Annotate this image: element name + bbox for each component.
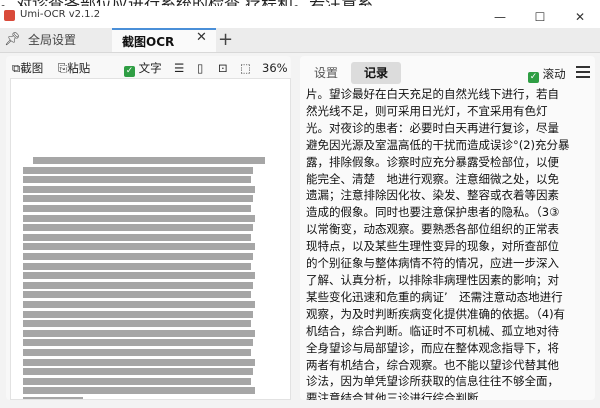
ocr-line: 能完全、清楚 地进行观察。注意细微之处，以免 <box>306 171 559 186</box>
text-check-icon: ✓ <box>124 66 135 77</box>
paste-icon: ⎘ <box>58 61 68 75</box>
tab-close-icon[interactable]: ✕ <box>196 30 207 45</box>
minimize-button[interactable]: — <box>480 6 520 28</box>
preview-line <box>23 387 255 395</box>
ocr-line: 遗漏；注意排除因化妆、染发、整容或衣着等因素 <box>306 188 559 203</box>
app-logo-icon <box>4 10 15 21</box>
add-tab-button[interactable]: + <box>218 28 233 52</box>
preview-line <box>23 368 253 376</box>
preview-line <box>23 281 253 289</box>
ocr-line: 现特点，以及某些生理性变异的现象，对所查部位 <box>306 239 559 254</box>
preview-line <box>23 397 83 399</box>
screenshot-icon: ⧉ <box>12 61 21 75</box>
window-title: Umi-OCR v2.1.2 <box>20 9 101 20</box>
ocr-line: 机结合，综合判断。临证时不可机械、孤立地对待 <box>306 323 559 338</box>
ocr-line: 了解、认真分析，以排除非病理性因素的影响；对 <box>306 272 559 287</box>
preview-line <box>23 195 253 203</box>
preview-line <box>23 262 251 270</box>
fit-icon[interactable]: ⊡ <box>218 61 228 75</box>
ocr-line: 然光线不足，则可采用日光灯，不宜采用有色灯 <box>306 103 548 118</box>
preview-line <box>23 253 253 260</box>
ocr-line: 的个别征象与整体病情不符的情况，应进一步深入 <box>306 256 559 271</box>
preview-line <box>23 329 255 337</box>
preview-line <box>23 320 251 328</box>
preview-line <box>23 301 255 308</box>
auto-scroll-label: 滚动 <box>542 67 566 81</box>
tab-global-settings[interactable]: 全局设置 <box>24 28 116 52</box>
ocr-line: 以常衡变，动态观察。要熟悉各部位组织的正常表 <box>306 222 559 237</box>
original-size-icon[interactable]: ⬚ <box>240 61 251 75</box>
preview-line <box>23 310 253 318</box>
tab-settings[interactable]: 设置 <box>306 62 346 84</box>
maximize-button[interactable]: ☐ <box>520 6 560 28</box>
preview-line <box>23 349 251 356</box>
ocr-line: 露，排除假象。诊察时应充分暴露受检部位，以便 <box>306 154 559 169</box>
preview-line <box>23 291 251 299</box>
ocr-line: 片。望诊最好在白天充足的自然光线下进行，若自 <box>306 87 559 101</box>
ocr-result-text[interactable]: 片。望诊最好在白天充足的自然光线下进行，若自 然光线不足，则可采用日光灯，不宜采用… <box>306 86 588 400</box>
preview-line <box>23 166 253 174</box>
preview-line <box>23 224 253 232</box>
menu-icon[interactable] <box>576 66 590 81</box>
screenshot-preview[interactable] <box>10 78 291 400</box>
ocr-line: 某些变化迅速和危重的病证’ 还需注意动态地进行 <box>306 289 563 304</box>
auto-scroll-toggle[interactable]: ✓ 滚动 <box>528 66 566 83</box>
tab-record[interactable]: 记录 <box>351 62 401 84</box>
preview-line <box>33 157 265 164</box>
screenshot-label: 截图 <box>20 61 44 75</box>
list-icon[interactable]: ☰ <box>174 61 184 75</box>
preview-line <box>23 377 251 385</box>
preview-line <box>23 176 251 184</box>
ocr-line: 诊法，因为单凭望诊所获取的信息往往不够全面， <box>306 374 559 389</box>
preview-line <box>23 214 255 222</box>
preview-line <box>23 185 255 193</box>
ocr-line: 观察，为及时判断疾病变化提供准确的依据。（4)有 <box>306 306 566 321</box>
pin-icon[interactable]: 📌︎ <box>4 32 21 47</box>
ocr-line: 避免因光源及室温高低的干扰而造成误诊°(2)充分暴 <box>306 137 570 152</box>
ocr-line: 两者有机结合，综合观察。也不能以望诊代替其他 <box>306 357 559 372</box>
close-button[interactable]: ✕ <box>560 6 600 28</box>
text-toggle-label: 文字 <box>138 61 162 75</box>
ocr-line: 造成的假象。同时也要注意保护患者的隐私。（3③ <box>306 205 560 220</box>
preview-line <box>23 233 251 241</box>
zoom-level: 36% <box>262 61 288 75</box>
file-icon[interactable]: ▯ <box>197 61 203 75</box>
text-toggle[interactable]: ✓ 文字 <box>124 61 162 77</box>
paste-label: 粘贴 <box>67 61 91 75</box>
ocr-line: 要注意结合其他三诊进行综合判断 <box>306 391 479 400</box>
preview-line <box>23 272 255 280</box>
ocr-line: 全身望诊与局部望诊，而应在整体观念指导下，将 <box>306 340 559 355</box>
preview-line <box>23 358 255 366</box>
preview-line <box>23 339 253 347</box>
ocr-line: 光。对夜诊的患者：必要时白天再进行复诊，尽量 <box>306 120 559 135</box>
preview-line <box>23 205 251 212</box>
paste-button[interactable]: ⎘粘贴 <box>58 61 90 75</box>
scroll-check-icon: ✓ <box>528 72 539 83</box>
screenshot-button[interactable]: ⧉截图 <box>12 61 43 75</box>
preview-line <box>23 243 255 251</box>
